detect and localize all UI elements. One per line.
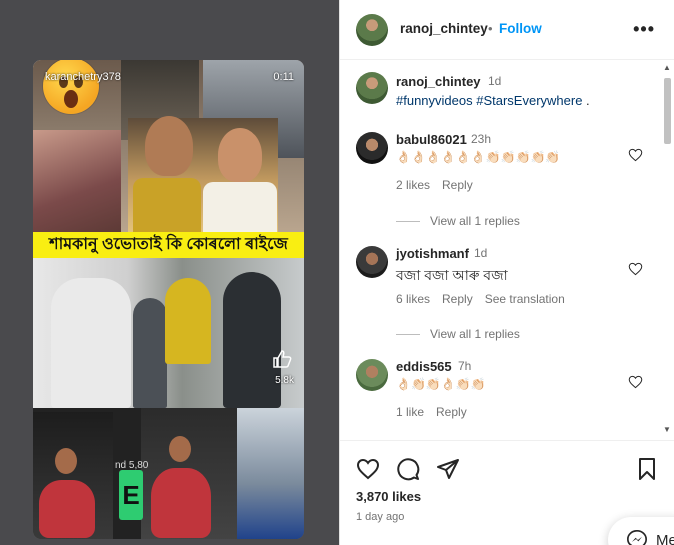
messages-button[interactable]: Me [608, 517, 674, 545]
likes-count[interactable]: 3,870 likes [356, 489, 421, 504]
reply-button[interactable]: Reply [442, 292, 473, 306]
heart-icon[interactable] [628, 148, 643, 162]
comment-username[interactable]: jyotishmanf [396, 246, 469, 261]
see-translation-button[interactable]: See translation [485, 292, 565, 306]
avatar[interactable] [356, 359, 388, 391]
comment-text: বজা বজা আৰু বজা [396, 267, 508, 283]
post-header: ranoj_chintey • Follow ••• [340, 0, 674, 60]
caption-text: #funnyvideos #StarsEverywhere . [396, 93, 590, 108]
thumbs-up-icon [273, 350, 292, 368]
comment-meta: 1 like Reply [396, 405, 479, 419]
author-username[interactable]: ranoj_chintey [400, 21, 488, 36]
avatar[interactable] [356, 14, 388, 46]
separator-dot: • [488, 21, 493, 36]
comment-likes[interactable]: 6 likes [396, 292, 430, 306]
reel-caption-banner: শামকানু ওভোতাই কি কোৰলো ৰাইজে [33, 232, 304, 258]
reel-like-count: 5.8k [275, 375, 294, 386]
surprised-emoji-icon [43, 60, 99, 114]
comment-text: 👌🏻👏🏻👏🏻👌🏻👏🏻👏🏻 [396, 377, 486, 391]
comment-meta: 6 likes Reply See translation [396, 292, 577, 306]
post-timestamp: 1 day ago [356, 511, 405, 523]
caption-username[interactable]: ranoj_chintey [396, 74, 481, 89]
caption-avatar[interactable] [356, 72, 388, 104]
messages-label: Me [656, 532, 674, 545]
action-bar: 3,870 likes 1 day ago Me [340, 440, 674, 545]
comment-time: 1d [474, 246, 488, 260]
scrollbar-thumb[interactable] [664, 78, 671, 144]
caption-hashtags[interactable]: #funnyvideos #StarsEverywhere [396, 93, 582, 108]
more-icon[interactable]: ••• [633, 19, 655, 40]
messenger-icon [627, 530, 647, 545]
reply-button[interactable]: Reply [442, 178, 473, 192]
comment-time: 7h [458, 359, 472, 373]
heart-icon[interactable] [628, 262, 643, 276]
avatar[interactable] [356, 132, 388, 164]
green-sign: E [119, 470, 143, 520]
instagram-post-modal: karanchetry378 0:11 শামকানু ওভোতাই কি কো… [0, 0, 674, 545]
comments-scrollbar[interactable]: ▲ ▼ [662, 62, 672, 436]
comment-likes[interactable]: 1 like [396, 405, 424, 419]
comment-username[interactable]: eddis565 [396, 359, 452, 374]
follow-button[interactable]: Follow [499, 21, 542, 36]
comment-likes[interactable]: 2 likes [396, 178, 430, 192]
thumbnail-middle-panel: 5.8k [33, 258, 304, 408]
view-replies-button[interactable]: View all 1 replies [396, 327, 520, 341]
comments-list: ranoj_chintey 1d #funnyvideos #StarsEver… [340, 60, 674, 438]
thumbnail-bottom-panel: E nd 5,80 [33, 408, 304, 539]
comment-time: 23h [471, 132, 492, 146]
scroll-down-arrow-icon[interactable]: ▼ [662, 424, 672, 436]
reel-video[interactable]: karanchetry378 0:11 শামকানু ওভোতাই কি কো… [33, 60, 304, 539]
comment-meta: 2 likes Reply [396, 178, 485, 192]
share-icon[interactable] [436, 457, 460, 481]
view-replies-button[interactable]: View all 1 replies [396, 214, 520, 228]
media-pane: karanchetry378 0:11 শামকানু ওভোতাই কি কো… [0, 0, 339, 545]
avatar[interactable] [356, 246, 388, 278]
bookmark-icon[interactable] [635, 457, 659, 481]
reel-watermark-user: karanchetry378 [45, 71, 121, 83]
thumbnail-top-panel: karanchetry378 0:11 [33, 60, 304, 232]
caption-time: 1d [488, 74, 502, 88]
heart-icon[interactable] [628, 375, 643, 389]
heart-icon[interactable] [356, 457, 380, 481]
comment-username[interactable]: babul86021 [396, 132, 467, 147]
reply-button[interactable]: Reply [436, 405, 467, 419]
faded-background-text: nd 5,80 [115, 460, 149, 471]
comment-text: 👌🏻👌🏻👌🏻👌🏻👌🏻👌🏻👏🏻👏🏻👏🏻👏🏻👏🏻 [396, 150, 561, 164]
comment-icon[interactable] [396, 457, 420, 481]
scroll-up-arrow-icon[interactable]: ▲ [662, 62, 672, 74]
reel-timer: 0:11 [273, 71, 294, 83]
post-details-pane: ranoj_chintey • Follow ••• ranoj_chintey… [339, 0, 674, 545]
